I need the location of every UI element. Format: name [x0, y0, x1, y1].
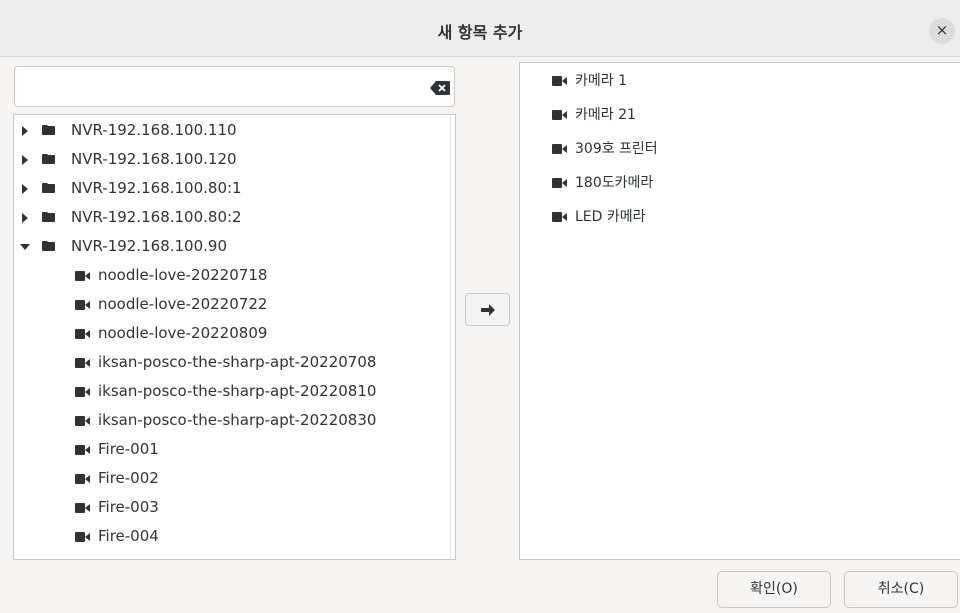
camera-label: Fire-003 [98, 498, 159, 516]
selected-camera-item[interactable]: LED 카메라 [520, 200, 950, 234]
chevron-right-icon[interactable] [20, 126, 30, 136]
camera-label: Fire-002 [98, 469, 159, 487]
tree-camera-item[interactable]: Fire-001 [14, 435, 436, 464]
video-camera-icon [75, 532, 90, 542]
folder-icon [42, 154, 55, 164]
camera-label: iksan-posco-the-sharp-apt-20220810 [98, 382, 377, 400]
tree-folder-item[interactable]: NVR-192.168.100.90 [14, 232, 436, 261]
folder-icon [42, 125, 55, 135]
camera-label: Fire-004 [98, 527, 159, 545]
selected-camera-label: LED 카메라 [575, 209, 646, 225]
video-camera-icon [75, 503, 90, 513]
source-tree: NVR-192.168.100.110 NVR-192.168.100.120 NV… [13, 114, 456, 560]
title-bar: 새 항목 추가 × [0, 0, 960, 57]
tree-camera-item[interactable]: Fire-002 [14, 464, 436, 493]
close-button[interactable]: × [929, 18, 955, 44]
add-item-dialog: 새 항목 추가 × NVR-192.168.100.110 NVR-192.168… [0, 0, 960, 613]
search-input[interactable] [23, 75, 413, 99]
selected-camera-label: 카메라 1 [575, 73, 627, 89]
selected-camera-label: 180도카메라 [575, 175, 654, 191]
camera-label: noodle-love-20220809 [98, 324, 268, 342]
video-camera-icon [75, 329, 90, 339]
chevron-right-icon[interactable] [20, 155, 30, 165]
cancel-button[interactable]: 취소(C) [844, 571, 958, 608]
video-camera-icon [75, 445, 90, 455]
close-icon: × [935, 21, 949, 39]
video-camera-icon [552, 212, 567, 222]
video-camera-icon [552, 76, 567, 86]
folder-label: NVR-192.168.100.120 [71, 150, 237, 168]
tree-camera-item[interactable]: noodle-love-20220722 [14, 290, 436, 319]
video-camera-icon [552, 178, 567, 188]
tree-camera-item[interactable]: iksan-posco-the-sharp-apt-20220708 [14, 348, 436, 377]
folder-icon [42, 212, 55, 222]
folder-label: NVR-192.168.100.80:2 [71, 208, 242, 226]
ok-button[interactable]: 확인(O) [717, 571, 831, 608]
camera-label: noodle-love-20220722 [98, 295, 268, 313]
folder-label: NVR-192.168.100.90 [71, 237, 227, 255]
dialog-title: 새 항목 추가 [437, 23, 523, 42]
tree-folder-item[interactable]: NVR-192.168.100.120 [14, 145, 436, 174]
tree-folder-item[interactable]: NVR-192.168.100.80:1 [14, 174, 436, 203]
folder-label: NVR-192.168.100.110 [71, 121, 237, 139]
selected-camera-item[interactable]: 카메라 21 [520, 98, 950, 132]
tree-folder-item[interactable]: NVR-192.168.100.80:2 [14, 203, 436, 232]
tree-camera-item[interactable]: Fire-004 [14, 522, 436, 551]
selected-camera-item[interactable]: 309호 프린터 [520, 132, 950, 166]
camera-label: Fire-001 [98, 440, 159, 458]
video-camera-icon [552, 144, 567, 154]
camera-label: iksan-posco-the-sharp-apt-20220830 [98, 411, 377, 429]
video-camera-icon [75, 387, 90, 397]
chevron-right-icon[interactable] [20, 213, 30, 223]
chevron-down-icon[interactable] [20, 242, 30, 252]
selected-camera-item[interactable]: 180도카메라 [520, 166, 950, 200]
video-camera-icon [75, 474, 90, 484]
camera-label: noodle-love-20220718 [98, 266, 268, 284]
selected-camera-item[interactable]: 카메라 1 [520, 64, 950, 98]
tree-camera-item[interactable]: noodle-love-20220809 [14, 319, 436, 348]
add-selected-button[interactable] [465, 293, 510, 326]
folder-icon [42, 241, 55, 251]
video-camera-icon [75, 358, 90, 368]
tree-folder-item[interactable]: NVR-192.168.100.110 [14, 116, 436, 145]
tree-camera-item[interactable]: iksan-posco-the-sharp-apt-20220830 [14, 406, 436, 435]
video-camera-icon [75, 271, 90, 281]
video-camera-icon [75, 416, 90, 426]
camera-label: iksan-posco-the-sharp-apt-20220708 [98, 353, 377, 371]
backspace-icon[interactable] [430, 81, 450, 95]
tree-camera-item[interactable]: noodle-love-20220718 [14, 261, 436, 290]
selected-items-list: 카메라 1 카메라 21 309호 프린터 180도카메라 LED 카메라 [519, 62, 960, 560]
selected-camera-label: 카메라 21 [575, 107, 636, 123]
folder-icon [42, 183, 55, 193]
tree-camera-item[interactable]: Fire-003 [14, 493, 436, 522]
tree-scrollbar[interactable] [450, 115, 455, 559]
arrow-right-icon [481, 304, 495, 316]
search-field[interactable] [14, 66, 455, 107]
chevron-right-icon[interactable] [20, 184, 30, 194]
tree-camera-item[interactable]: iksan-posco-the-sharp-apt-20220810 [14, 377, 436, 406]
video-camera-icon [75, 300, 90, 310]
folder-label: NVR-192.168.100.80:1 [71, 179, 242, 197]
video-camera-icon [552, 110, 567, 120]
selected-camera-label: 309호 프린터 [575, 141, 658, 157]
